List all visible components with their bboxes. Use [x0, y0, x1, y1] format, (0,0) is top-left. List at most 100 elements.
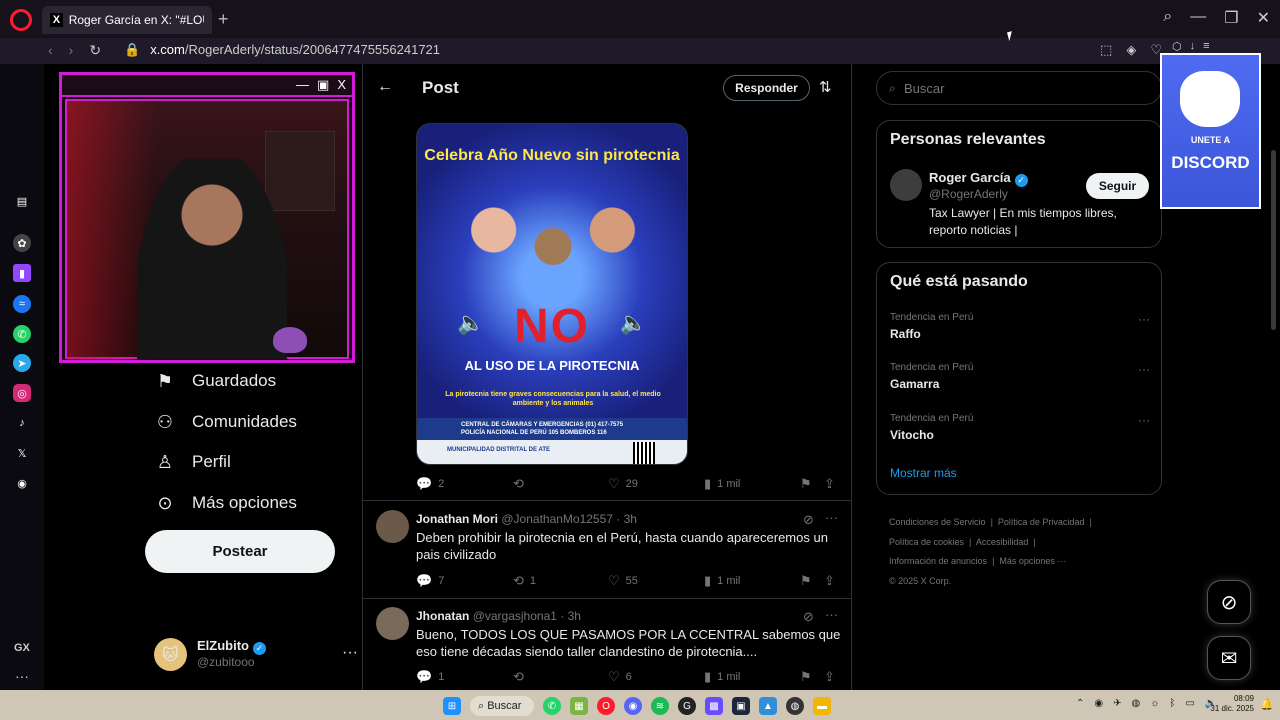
grok-button[interactable]: ⊘ — [1207, 580, 1251, 624]
relevant-person-name[interactable]: Roger García ✓ — [929, 170, 1028, 187]
chatgpt-icon[interactable]: ✿ — [13, 234, 31, 252]
instagram-icon[interactable]: ◎ — [13, 384, 31, 402]
tray-app-icon[interactable]: ✈ — [1113, 698, 1121, 709]
back-arrow-icon[interactable]: ← — [377, 78, 393, 96]
views-action[interactable]: ▮ 1 mil — [704, 669, 740, 685]
messages-button[interactable]: ✉ — [1207, 636, 1251, 680]
tray-arrow-icon[interactable]: ⌃ — [1076, 698, 1084, 709]
x-icon[interactable]: 𝕏 — [13, 444, 31, 462]
reply-action[interactable]: 💬 2 — [416, 476, 444, 492]
trend-item[interactable]: Tendencia en Perú Vitocho ··· — [890, 413, 1150, 442]
reply-author[interactable]: Jonathan Mori — [416, 512, 498, 526]
share-action[interactable]: ⇪ — [824, 573, 841, 589]
download-icon[interactable]: ↓ — [1190, 40, 1196, 53]
files-icon[interactable]: ▦ — [570, 697, 588, 715]
reload-icon[interactable]: ↻ — [89, 42, 101, 59]
footer-link[interactable]: Política de cookies — [889, 537, 964, 547]
footer-link[interactable]: Accesibilidad — [976, 537, 1029, 547]
whatsapp-icon[interactable]: ✆ — [543, 697, 561, 715]
opera-gx-icon[interactable]: O — [597, 697, 615, 715]
footer-link[interactable]: Condiciones de Servicio — [889, 517, 986, 527]
notifications-icon[interactable]: 🔔 — [1260, 698, 1274, 711]
github-icon[interactable]: G — [678, 697, 696, 715]
url-field[interactable]: 🔒 x.com/RogerAderly/status/20064774755562… — [124, 42, 440, 58]
avatar[interactable] — [890, 169, 922, 201]
footer-link[interactable]: Más opciones ··· — [999, 556, 1066, 566]
sidebar-more-icon[interactable]: ··· — [15, 668, 29, 684]
views-action[interactable]: ▮ 1 mil — [704, 476, 740, 492]
scrollbar[interactable] — [1271, 150, 1276, 330]
follow-button[interactable]: Seguir — [1086, 173, 1149, 199]
opera-logo-icon[interactable] — [10, 9, 32, 31]
footer-link[interactable]: Información de anuncios — [889, 556, 987, 566]
bluetooth-icon[interactable]: ᛒ — [1169, 698, 1175, 709]
browser-tab[interactable]: X Roger García en X: "#LOÚL — [42, 6, 212, 34]
extensions-icon[interactable]: ⬡ — [1172, 40, 1182, 53]
avatar[interactable] — [376, 607, 409, 640]
new-tab-button[interactable]: + — [218, 9, 229, 30]
webcam-minimize-icon[interactable]: — — [296, 77, 309, 93]
webcam-close-icon[interactable]: X — [337, 77, 346, 93]
bookmark-action[interactable]: ⚑ — [800, 476, 818, 492]
menu-icon[interactable]: ≡ — [1203, 40, 1209, 53]
discord-icon[interactable]: ◉ — [624, 697, 642, 715]
shield-icon[interactable]: ◈ — [1126, 42, 1136, 58]
trend-more-icon[interactable]: ··· — [1138, 413, 1150, 427]
trend-more-icon[interactable]: ··· — [1138, 362, 1150, 376]
reply-action[interactable]: 💬 7 — [416, 573, 444, 589]
back-icon[interactable]: ‹ — [48, 42, 53, 59]
repost-action[interactable]: ⟲ — [513, 669, 530, 685]
avatar[interactable] — [376, 510, 409, 543]
footer-link[interactable]: Política de Privacidad — [998, 517, 1085, 527]
snapshot-icon[interactable]: ⬚ — [1100, 42, 1112, 58]
like-action[interactable]: ♡ 55 — [608, 573, 638, 589]
nav-item-profile[interactable]: ♙ Perfil — [154, 451, 231, 473]
account-switcher[interactable]: 🐱 ElZubito ✓ @zubitooo ··· — [154, 638, 358, 674]
reply-item[interactable]: Jhonatan @vargasjhona1 · 3h ⊘ ··· Bueno,… — [363, 599, 851, 690]
taskbar-clock[interactable]: 08:09 31 dic. 2025 — [1206, 694, 1254, 714]
like-action[interactable]: ♡ 6 — [608, 669, 632, 685]
tray-discord-icon[interactable]: ◉ — [1094, 698, 1103, 709]
search-input[interactable]: ⌕ Buscar — [876, 71, 1162, 105]
messenger-icon[interactable]: ≈ — [13, 295, 31, 313]
tray-app-icon[interactable]: ◍ — [1132, 698, 1141, 709]
photos-icon[interactable]: ▲ — [759, 697, 777, 715]
nav-item-more-options[interactable]: ⊙ Más opciones — [154, 492, 296, 514]
trend-more-icon[interactable]: ··· — [1138, 312, 1150, 326]
bookmark-action[interactable]: ⚑ — [800, 669, 818, 685]
nav-item-communities[interactable]: ⚇ Comunidades — [154, 411, 297, 433]
discord-banner[interactable]: UNETE A DISCORD — [1160, 53, 1261, 209]
repost-action[interactable]: ⟲ 1 — [513, 573, 536, 589]
post-button[interactable]: Postear — [145, 530, 335, 573]
grok-icon[interactable]: ⊘ — [803, 609, 814, 625]
gx-label[interactable]: GX — [14, 642, 30, 654]
webcam-restore-icon[interactable]: ▣ — [317, 77, 329, 93]
discord-icon[interactable]: ◉ — [13, 474, 31, 492]
show-more-link[interactable]: Mostrar más — [890, 466, 957, 480]
share-action[interactable]: ⇪ — [824, 669, 841, 685]
spotify-icon[interactable]: ≋ — [651, 697, 669, 715]
trend-item[interactable]: Tendencia en Perú Gamarra ··· — [890, 362, 1150, 391]
reply-action[interactable]: 💬 1 — [416, 669, 444, 685]
filter-icon[interactable]: ⇅ — [819, 78, 832, 96]
forward-icon[interactable]: › — [69, 42, 74, 59]
close-icon[interactable]: ✕ — [1257, 8, 1270, 28]
terminal-icon[interactable]: ▣ — [732, 697, 750, 715]
share-action[interactable]: ⇪ — [824, 476, 841, 492]
windows-start-icon[interactable]: ⊞ — [443, 697, 461, 715]
obs-icon[interactable]: ◍ — [786, 697, 804, 715]
brightness-icon[interactable]: ☼ — [1150, 698, 1159, 709]
search-tabs-icon[interactable]: ⌕ — [1163, 8, 1172, 28]
reply-item[interactable]: Jonathan Mori @JonathanMo12557 · 3h ⊘ ··… — [363, 502, 851, 598]
views-action[interactable]: ▮ 1 mil — [704, 573, 740, 589]
like-action[interactable]: ♡ 29 — [608, 476, 638, 492]
trend-item[interactable]: Tendencia en Perú Raffo ··· — [890, 312, 1150, 341]
bookmark-action[interactable]: ⚑ — [800, 573, 818, 589]
minimize-icon[interactable]: — — [1190, 8, 1206, 28]
network-icon[interactable]: ▭ — [1185, 698, 1194, 709]
reply-more-icon[interactable]: ··· — [825, 510, 838, 525]
grid-app-icon[interactable]: ▩ — [705, 697, 723, 715]
grok-icon[interactable]: ⊘ — [803, 512, 814, 528]
account-more-icon[interactable]: ··· — [342, 644, 358, 662]
reply-button[interactable]: Responder — [723, 75, 810, 101]
